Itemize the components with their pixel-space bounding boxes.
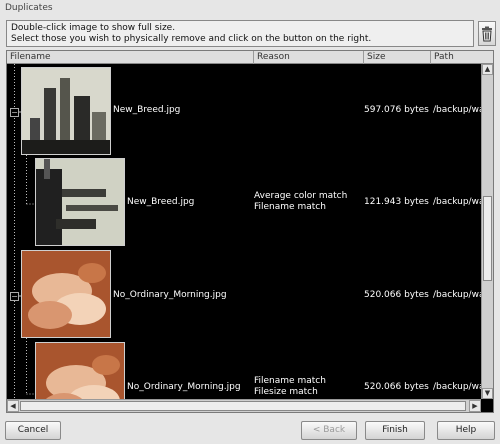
path-text: /backup/wall [433, 382, 481, 392]
table-row[interactable]: New_Breed.jpg 597.076 bytes /backup/wall [7, 64, 481, 156]
vertical-scroll-thumb[interactable] [483, 196, 492, 281]
column-header-path[interactable]: Path [431, 51, 493, 64]
image-thumbnail[interactable] [35, 342, 125, 399]
scroll-down-arrow-icon[interactable]: ▼ [482, 388, 493, 399]
column-header-filename[interactable]: Filename [7, 51, 254, 64]
instructions-box: Double-click image to show full size. Se… [6, 20, 474, 47]
vertical-scrollbar[interactable]: ▲ ▼ [481, 64, 493, 399]
scroll-right-arrow-icon[interactable]: ▶ [469, 400, 481, 412]
delete-selected-button[interactable] [478, 21, 496, 46]
path-text: /backup/wall [433, 105, 481, 115]
table-row[interactable]: New_Breed.jpg Average color match Filena… [7, 156, 481, 248]
column-header-reason[interactable]: Reason [254, 51, 364, 64]
filename-text: New_Breed.jpg [127, 197, 195, 207]
back-button[interactable]: < Back [301, 421, 357, 440]
cancel-button[interactable]: Cancel [5, 421, 61, 440]
horizontal-scroll-thumb[interactable] [20, 401, 466, 411]
size-text: 520.066 bytes [364, 290, 429, 300]
filename-text: No_Ordinary_Morning.jpg [127, 382, 241, 392]
scroll-left-arrow-icon[interactable]: ◀ [7, 400, 19, 412]
list-header: Filename Reason Size Path [7, 51, 493, 64]
instruction-line-2: Select those you wish to physically remo… [11, 34, 372, 44]
image-thumbnail[interactable] [35, 158, 125, 246]
window-title: Duplicates [5, 3, 53, 13]
reason-text: Average color match [254, 191, 348, 201]
path-text: /backup/wall [433, 290, 481, 300]
size-text: 520.066 bytes [364, 382, 429, 392]
filename-text: No_Ordinary_Morning.jpg [113, 290, 227, 300]
scroll-up-arrow-icon[interactable]: ▲ [482, 64, 493, 75]
table-row[interactable]: No_Ordinary_Morning.jpg 520.066 bytes /b… [7, 248, 481, 340]
horizontal-scrollbar[interactable]: ◀ ▶ [7, 399, 481, 412]
reason-text: Filesize match [254, 387, 318, 397]
duplicates-list[interactable]: Filename Reason Size Path − − New_Breed.… [6, 50, 494, 413]
instruction-line-1: Double-click image to show full size. [11, 23, 176, 33]
size-text: 597.076 bytes [364, 105, 429, 115]
table-row[interactable]: No_Ordinary_Morning.jpg Filename match F… [7, 340, 481, 399]
help-button[interactable]: Help [437, 421, 495, 440]
finish-button[interactable]: Finish [365, 421, 425, 440]
image-thumbnail[interactable] [21, 67, 111, 155]
reason-text: Filename match [254, 202, 326, 212]
path-text: /backup/wall [433, 197, 481, 207]
filename-text: New_Breed.jpg [113, 105, 181, 115]
size-text: 121.943 bytes [364, 197, 429, 207]
reason-text: Filename match [254, 376, 326, 386]
trash-icon [482, 26, 492, 41]
image-thumbnail[interactable] [21, 250, 111, 338]
list-body: − − New_Breed.jpg 597.076 bytes /backup/… [7, 64, 481, 399]
column-header-size[interactable]: Size [364, 51, 431, 64]
